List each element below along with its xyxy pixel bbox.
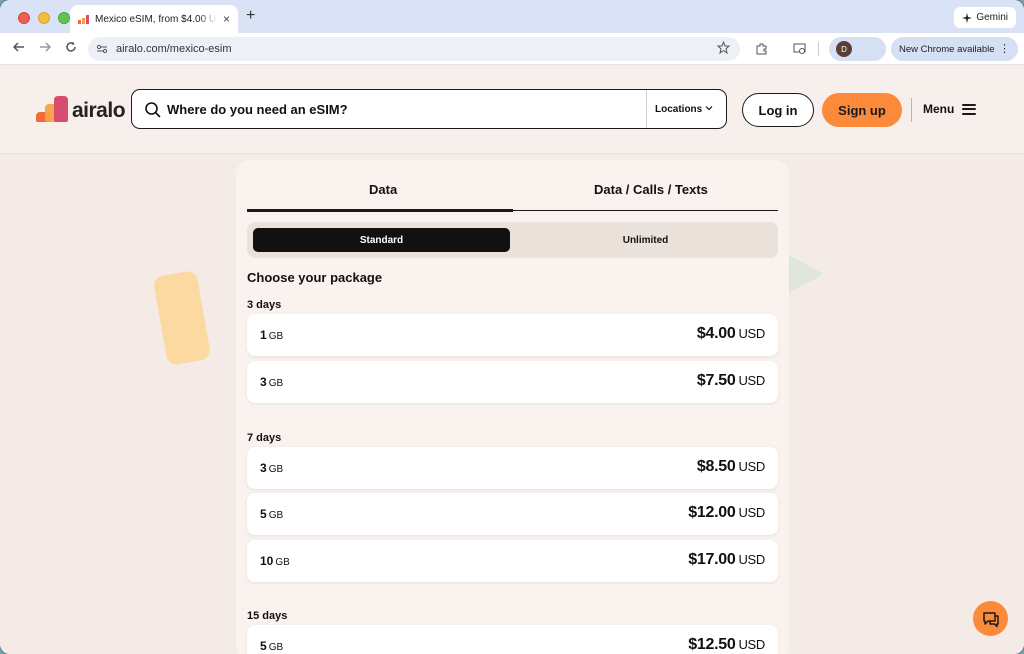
tab-data-calls-texts[interactable]: Data / Calls / Texts — [594, 182, 708, 197]
new-tab-button[interactable]: + — [246, 8, 255, 24]
active-tab-indicator — [247, 209, 513, 212]
package-option[interactable]: 5 GB $12.00 USD — [247, 493, 778, 535]
browser-tab[interactable]: Mexico eSIM, from $4.00 USD × — [70, 5, 238, 33]
package-option[interactable]: 1 GB $4.00 USD — [247, 314, 778, 356]
airalo-logo[interactable]: airalo — [36, 96, 126, 122]
close-window-button[interactable] — [18, 12, 30, 24]
package-data-amount: 5 GB — [260, 507, 284, 521]
package-price: $12.00 USD — [688, 504, 765, 521]
package-option[interactable]: 10 GB $17.00 USD — [247, 540, 778, 582]
sparkle-icon — [962, 12, 973, 23]
package-price: $7.50 USD — [696, 372, 765, 389]
site-header: airalo Where do you need an eSIM? Locati… — [0, 66, 1024, 154]
package-price: $17.00 USD — [688, 551, 765, 568]
chevron-down-icon[interactable] — [704, 103, 714, 113]
package-data-amount: 3 GB — [260, 375, 284, 389]
group-title: 15 days — [247, 610, 288, 622]
hamburger-icon — [962, 103, 977, 115]
segment-unlimited[interactable]: Unlimited — [517, 228, 774, 252]
package-price: $8.50 USD — [696, 458, 765, 475]
minimize-window-button[interactable] — [38, 12, 50, 24]
menu-button[interactable]: Menu — [923, 102, 977, 116]
logo-text: airalo — [72, 99, 126, 122]
tab-strip: Mexico eSIM, from $4.00 USD × + Gemini — [0, 0, 1024, 33]
browser-window: Mexico eSIM, from $4.00 USD × + Gemini a… — [0, 0, 1024, 654]
header-divider — [911, 98, 912, 122]
window-controls — [18, 12, 70, 24]
login-button[interactable]: Log in — [742, 93, 814, 127]
reload-icon[interactable] — [64, 40, 78, 54]
address-bar[interactable]: airalo.com/mexico-esim — [88, 37, 740, 61]
extensions-icon[interactable] — [755, 42, 769, 56]
tab-data[interactable]: Data — [369, 182, 397, 197]
package-option[interactable]: 5 GB $12.50 USD — [247, 625, 778, 654]
back-arrow-icon[interactable] — [12, 40, 26, 54]
cast-search-icon[interactable] — [793, 42, 807, 56]
plan-type-tabs: Data Data / Calls / Texts — [247, 176, 778, 212]
gemini-label: Gemini — [976, 12, 1008, 23]
package-card: Data Data / Calls / Texts Standard Unlim… — [236, 160, 789, 654]
close-tab-icon[interactable]: × — [223, 13, 230, 25]
chrome-update-button[interactable]: New Chrome available ⋮ — [891, 37, 1018, 61]
search-placeholder[interactable]: Where do you need an eSIM? — [167, 102, 348, 117]
avatar: D — [836, 41, 852, 57]
chat-bubble-icon — [982, 611, 999, 627]
package-data-amount: 3 GB — [260, 461, 284, 475]
package-option[interactable]: 3 GB $7.50 USD — [247, 361, 778, 403]
signup-button[interactable]: Sign up — [822, 93, 902, 127]
url-text: airalo.com/mexico-esim — [116, 43, 232, 55]
more-options-icon[interactable]: ⋮ — [999, 42, 1010, 55]
locations-dropdown[interactable]: Locations — [655, 104, 702, 115]
decorative-shape — [152, 269, 212, 367]
group-title: 7 days — [247, 432, 282, 444]
package-data-amount: 5 GB — [260, 639, 284, 653]
site-settings-icon[interactable] — [96, 43, 108, 55]
gemini-button[interactable]: Gemini — [954, 7, 1016, 28]
toolbar-divider — [818, 42, 819, 56]
chat-support-button[interactable] — [973, 601, 1008, 636]
airalo-favicon-icon — [78, 14, 89, 24]
profile-button[interactable]: D — [829, 37, 886, 61]
package-data-amount: 10 GB — [260, 554, 290, 568]
search-divider — [646, 90, 647, 128]
page-content: Data Data / Calls / Texts Standard Unlim… — [0, 155, 1024, 654]
choose-package-heading: Choose your package — [247, 270, 383, 285]
package-option[interactable]: 3 GB $8.50 USD — [247, 447, 778, 489]
update-label: New Chrome available — [899, 43, 995, 55]
package-price: $4.00 USD — [696, 325, 765, 342]
maximize-window-button[interactable] — [58, 12, 70, 24]
bookmark-star-icon[interactable] — [717, 41, 730, 54]
destination-search[interactable]: Where do you need an eSIM? Locations — [131, 89, 727, 129]
plan-segment-control: Standard Unlimited — [247, 222, 778, 258]
search-icon — [145, 102, 161, 118]
tab-title: Mexico eSIM, from $4.00 USD — [95, 13, 217, 25]
menu-label: Menu — [923, 102, 955, 116]
logo-mark-icon — [36, 96, 68, 122]
group-title: 3 days — [247, 299, 282, 311]
package-price: $12.50 USD — [688, 636, 765, 653]
package-data-amount: 1 GB — [260, 328, 284, 342]
segment-standard[interactable]: Standard — [253, 228, 510, 252]
forward-arrow-icon[interactable] — [38, 40, 52, 54]
